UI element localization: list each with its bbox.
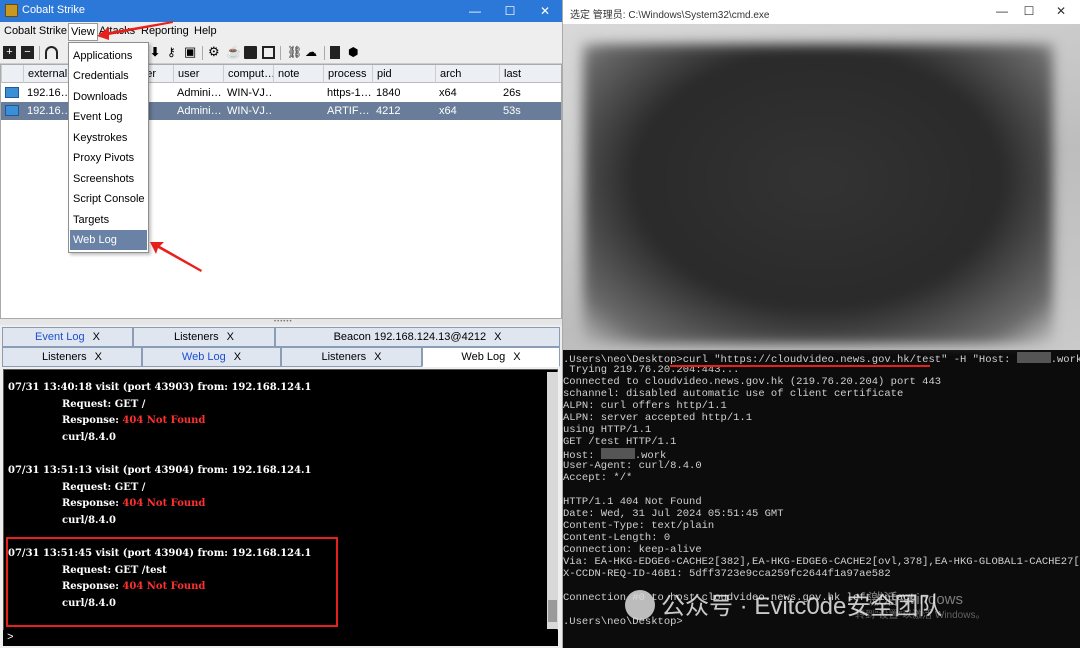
col-last[interactable]: last (499, 65, 561, 83)
maximize-icon[interactable]: ☐ (495, 2, 525, 20)
cmd-window: 选定 管理员: C:\Windows\System32\cmd.exe — ☐ … (563, 0, 1080, 648)
menu-item-applications[interactable]: Applications (70, 46, 147, 66)
menu-cobalt-strike[interactable]: Cobalt Strike (2, 25, 69, 37)
col-computer[interactable]: comput… (223, 65, 273, 83)
menu-item-proxy-pivots[interactable]: Proxy Pivots (70, 148, 147, 168)
tab-close-icon[interactable]: X (227, 331, 234, 343)
console-prompt[interactable]: > (3, 630, 558, 646)
cloud-icon[interactable]: ☁ (305, 46, 318, 59)
coffee-icon[interactable]: ☕ (226, 46, 241, 59)
book-icon[interactable] (330, 46, 340, 59)
add-icon[interactable]: + (3, 46, 16, 59)
tab-close-icon[interactable]: X (513, 351, 520, 363)
redacted-mask (600, 448, 635, 459)
pane-splitter[interactable]: •••••• (0, 319, 562, 325)
tab-listeners[interactable]: Listeners X (281, 347, 422, 367)
col-pid[interactable]: pid (372, 65, 435, 83)
tab-close-icon[interactable]: X (93, 331, 100, 343)
menu-item-targets[interactable]: Targets (70, 210, 147, 230)
key-icon[interactable]: ⚷ (167, 46, 180, 59)
col-icon[interactable] (1, 65, 23, 83)
col-external[interactable]: external (23, 65, 69, 83)
blurred-region (563, 24, 1080, 350)
tab-close-icon[interactable]: X (374, 351, 381, 363)
menu-item-credentials[interactable]: Credentials (70, 66, 147, 86)
cobalt-strike-window: Cobalt Strike — ☐ ✕ Cobalt Strike View A… (0, 0, 563, 648)
headphones-icon[interactable] (45, 46, 58, 59)
tab-close-icon[interactable]: X (234, 351, 241, 363)
document-icon[interactable] (244, 46, 257, 59)
tab-row-2: Listeners X Web Log X Listeners X Web Log X (2, 347, 560, 367)
link-icon[interactable]: ⛓ (287, 46, 302, 59)
menu-item-script-console[interactable]: Script Console (70, 189, 147, 209)
remove-icon[interactable]: − (21, 46, 34, 59)
menu-item-keystrokes[interactable]: Keystrokes (70, 128, 147, 148)
image-icon[interactable]: ▣ (184, 45, 197, 59)
annotation-underline (670, 365, 930, 367)
highlight-box (6, 537, 338, 627)
annotation-arrow-icon (97, 21, 173, 40)
minimize-icon[interactable]: — (987, 4, 1017, 18)
maximize-icon[interactable]: ☐ (1014, 4, 1044, 18)
annotation-arrow-icon (150, 242, 202, 272)
menu-help[interactable]: Help (192, 25, 219, 37)
cube-icon[interactable]: ⬢ (348, 46, 361, 59)
col-user[interactable]: user (173, 65, 223, 83)
menu-item-web-log[interactable]: Web Log (70, 230, 147, 250)
tab-listeners[interactable]: Listeners X (2, 347, 142, 367)
scrollbar-thumb[interactable] (548, 600, 557, 622)
tab-row-1: Event Log X Listeners X Beacon 192.168.124… (2, 327, 560, 347)
col-note[interactable]: note (273, 65, 323, 83)
minimize-icon[interactable]: — (460, 2, 490, 20)
watermark: 公众号 · Evitc0de安全团队 (625, 586, 942, 621)
menu-item-downloads[interactable]: Downloads (70, 87, 147, 107)
close-icon[interactable]: ✕ (530, 2, 560, 20)
view-dropdown-menu: Applications Credentials Downloads Event… (68, 42, 149, 253)
download-icon[interactable]: ⬇ (150, 46, 163, 59)
log-entry: 07/31 13:51:13 visit (port 43904) from: … (8, 465, 312, 526)
computer-icon (5, 105, 19, 116)
status-404: 404 Not Found (122, 415, 206, 427)
tab-close-icon[interactable]: X (494, 331, 501, 343)
cobalt-strike-logo-icon (5, 4, 18, 17)
tab-event-log[interactable]: Event Log X (2, 327, 133, 347)
cs-titlebar: Cobalt Strike — ☐ ✕ (0, 0, 562, 22)
col-arch[interactable]: arch (435, 65, 499, 83)
computer-icon (5, 87, 19, 98)
cs-menubar: Cobalt Strike View Attacks Reporting Hel… (0, 22, 562, 42)
terminal-icon[interactable] (262, 46, 275, 59)
redacted-mask (1016, 352, 1051, 363)
tab-web-log[interactable]: Web Log X (142, 347, 281, 367)
wechat-logo-icon (625, 590, 655, 620)
tab-web-log-active[interactable]: Web Log X (422, 347, 560, 367)
close-icon[interactable]: ✕ (1046, 4, 1076, 18)
tab-close-icon[interactable]: X (95, 351, 102, 363)
log-entry: 07/31 13:40:18 visit (port 43903) from: … (8, 382, 312, 443)
menu-item-screenshots[interactable]: Screenshots (70, 169, 147, 189)
cmd-window-title: 选定 管理员: C:\Windows\System32\cmd.exe (570, 10, 770, 21)
cmd-line: .Users\neo\Desktop>curl "https://cloudvi… (563, 352, 1080, 366)
tab-beacon[interactable]: Beacon 192.168.124.13@4212 X (275, 327, 560, 347)
col-process[interactable]: process (323, 65, 372, 83)
menu-item-event-log[interactable]: Event Log (70, 107, 147, 127)
tab-listeners[interactable]: Listeners X (133, 327, 275, 347)
console-scrollbar[interactable] (547, 372, 558, 629)
menu-view[interactable]: View (68, 23, 98, 41)
cs-window-title: Cobalt Strike (22, 4, 85, 16)
cmd-line: Host: .work (563, 448, 667, 462)
cmd-titlebar: 选定 管理员: C:\Windows\System32\cmd.exe — ☐ … (563, 0, 1080, 24)
status-404: 404 Not Found (122, 498, 206, 510)
gear-icon[interactable]: ⚙ (208, 45, 221, 59)
